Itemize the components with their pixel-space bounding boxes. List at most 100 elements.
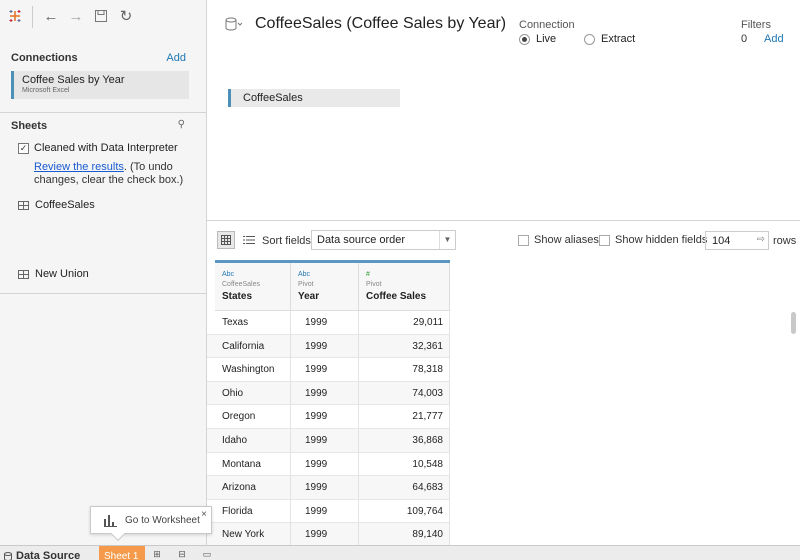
column-divider: [290, 311, 291, 545]
add-filter-link[interactable]: Add: [764, 33, 784, 45]
live-option[interactable]: Live: [519, 33, 556, 45]
new-worksheet-icon[interactable]: ⊞: [151, 549, 163, 560]
canvas-table[interactable]: CoffeeSales: [228, 89, 400, 107]
table-cell[interactable]: Washington: [207, 358, 290, 381]
table-cell[interactable]: 10,548: [358, 453, 450, 476]
data-grid: Abc CoffeeSales States Abc Pivot Year # …: [207, 260, 800, 545]
table-row[interactable]: Arizona 1999 64,683: [207, 476, 450, 500]
rows-label: rows: [773, 235, 797, 247]
sort-fields-select[interactable]: Data source order ▼: [311, 230, 456, 250]
table-row[interactable]: Montana 1999 10,548: [207, 453, 450, 477]
show-aliases-checkbox[interactable]: [518, 234, 529, 246]
datasource-cylinder-icon: [4, 551, 12, 560]
table-cell[interactable]: 64,683: [358, 476, 450, 499]
datasource-title[interactable]: CoffeeSales (Coffee Sales by Year): [255, 15, 506, 33]
string-type-icon[interactable]: Abc: [298, 271, 358, 278]
column-header-coffee-sales[interactable]: # Pivot Coffee Sales: [359, 263, 450, 311]
table-cell[interactable]: 29,011: [358, 311, 450, 334]
arrow-right-icon[interactable]: ⇨: [757, 234, 765, 245]
new-story-icon[interactable]: ▭: [201, 549, 213, 560]
refresh-icon[interactable]: ↻: [115, 6, 137, 26]
sheet-item-coffeesales[interactable]: CoffeeSales: [18, 199, 95, 211]
table-cell[interactable]: 74,003: [358, 382, 450, 405]
go-to-worksheet-tooltip[interactable]: Go to Worksheet ×: [90, 506, 212, 542]
data-interpreter-checkbox[interactable]: ✓: [18, 142, 29, 154]
vertical-scrollbar[interactable]: [791, 312, 796, 334]
extract-radio[interactable]: [584, 33, 595, 45]
new-union-item[interactable]: New Union: [18, 268, 89, 280]
table-cell[interactable]: 1999: [290, 335, 358, 358]
live-radio[interactable]: [519, 33, 530, 45]
sheets-heading: Sheets: [11, 120, 48, 132]
table-cell[interactable]: 1999: [290, 311, 358, 334]
data-interpreter-option[interactable]: ✓ Cleaned with Data Interpreter: [18, 142, 178, 154]
table-cell[interactable]: Oregon: [207, 405, 290, 428]
connection-item[interactable]: Coffee Sales by Year Microsoft Excel: [11, 71, 189, 99]
table-cell[interactable]: Texas: [207, 311, 290, 334]
table-cell[interactable]: California: [207, 335, 290, 358]
table-cell[interactable]: 78,318: [358, 358, 450, 381]
table-row[interactable]: Texas 1999 29,011: [207, 311, 450, 335]
search-icon[interactable]: ⚲: [178, 119, 185, 130]
table-cell[interactable]: 1999: [290, 500, 358, 523]
save-icon[interactable]: [90, 6, 112, 26]
add-connection-link[interactable]: Add: [166, 52, 186, 64]
connection-label: Connection: [519, 19, 575, 31]
table-cell[interactable]: Idaho: [207, 429, 290, 452]
table-row[interactable]: Oregon 1999 21,777: [207, 405, 450, 429]
table-cell[interactable]: Montana: [207, 453, 290, 476]
extract-option[interactable]: Extract: [584, 33, 635, 45]
datasource-cylinder-icon[interactable]: [225, 17, 245, 33]
table-row[interactable]: Ohio 1999 74,003: [207, 381, 450, 406]
table-cell[interactable]: 1999: [290, 476, 358, 499]
table-cell[interactable]: 1999: [290, 523, 358, 545]
table-cell[interactable]: 36,868: [358, 429, 450, 452]
table-row[interactable]: Idaho 1999 36,868: [207, 429, 450, 453]
column-header-states[interactable]: Abc CoffeeSales States: [215, 263, 291, 311]
tab-sheet-1[interactable]: Sheet 1: [99, 546, 145, 560]
tableau-logo-icon[interactable]: [4, 6, 26, 26]
grid-view-button[interactable]: [217, 231, 235, 249]
chevron-down-icon: ▼: [439, 231, 455, 249]
show-aliases-option[interactable]: Show aliases: [518, 234, 599, 246]
number-type-icon[interactable]: #: [366, 271, 449, 278]
table-row[interactable]: Florida 1999 109,764: [207, 500, 450, 524]
table-icon: [18, 200, 29, 210]
list-view-button[interactable]: [241, 231, 257, 249]
column-header-year[interactable]: Abc Pivot Year: [291, 263, 359, 311]
show-aliases-label: Show aliases: [534, 234, 599, 246]
tooltip-text: Go to Worksheet: [125, 515, 200, 526]
show-hidden-fields-checkbox[interactable]: [599, 234, 610, 246]
forward-arrow-icon[interactable]: →: [65, 6, 87, 26]
new-dashboard-icon[interactable]: ⊟: [176, 549, 188, 560]
table-cell[interactable]: 109,764: [358, 500, 450, 523]
sheet-item-label: CoffeeSales: [35, 199, 95, 211]
column-divider: [358, 311, 359, 545]
table-cell[interactable]: 89,140: [358, 523, 450, 545]
tab-data-source[interactable]: Data Source: [4, 550, 80, 560]
rows-count-input[interactable]: 104 ⇨: [705, 231, 769, 250]
table-cell[interactable]: 1999: [290, 382, 358, 405]
table-cell[interactable]: 32,361: [358, 335, 450, 358]
table-row[interactable]: Washington 1999 78,318: [207, 358, 450, 382]
close-icon[interactable]: ×: [201, 509, 207, 520]
table-cell[interactable]: New York: [207, 523, 290, 545]
table-cell[interactable]: Ohio: [207, 382, 290, 405]
table-cell[interactable]: Arizona: [207, 476, 290, 499]
connection-type: Microsoft Excel: [22, 87, 70, 94]
table-cell[interactable]: 21,777: [358, 405, 450, 428]
bar-chart-icon: [104, 515, 117, 527]
table-cell[interactable]: Florida: [207, 500, 290, 523]
connections-heading: Connections: [11, 52, 78, 64]
table-cell[interactable]: 1999: [290, 453, 358, 476]
table-row[interactable]: California 1999 32,361: [207, 334, 450, 359]
string-type-icon[interactable]: Abc: [222, 271, 290, 278]
table-cell[interactable]: 1999: [290, 429, 358, 452]
back-arrow-icon[interactable]: ←: [40, 6, 62, 26]
review-results-link[interactable]: Review the results: [34, 161, 124, 173]
table-cell[interactable]: 1999: [290, 405, 358, 428]
table-row[interactable]: New York 1999 89,140: [207, 523, 450, 545]
grid-header: Abc CoffeeSales States Abc Pivot Year # …: [215, 260, 450, 311]
show-hidden-fields-option[interactable]: Show hidden fields: [599, 234, 707, 246]
table-cell[interactable]: 1999: [290, 358, 358, 381]
